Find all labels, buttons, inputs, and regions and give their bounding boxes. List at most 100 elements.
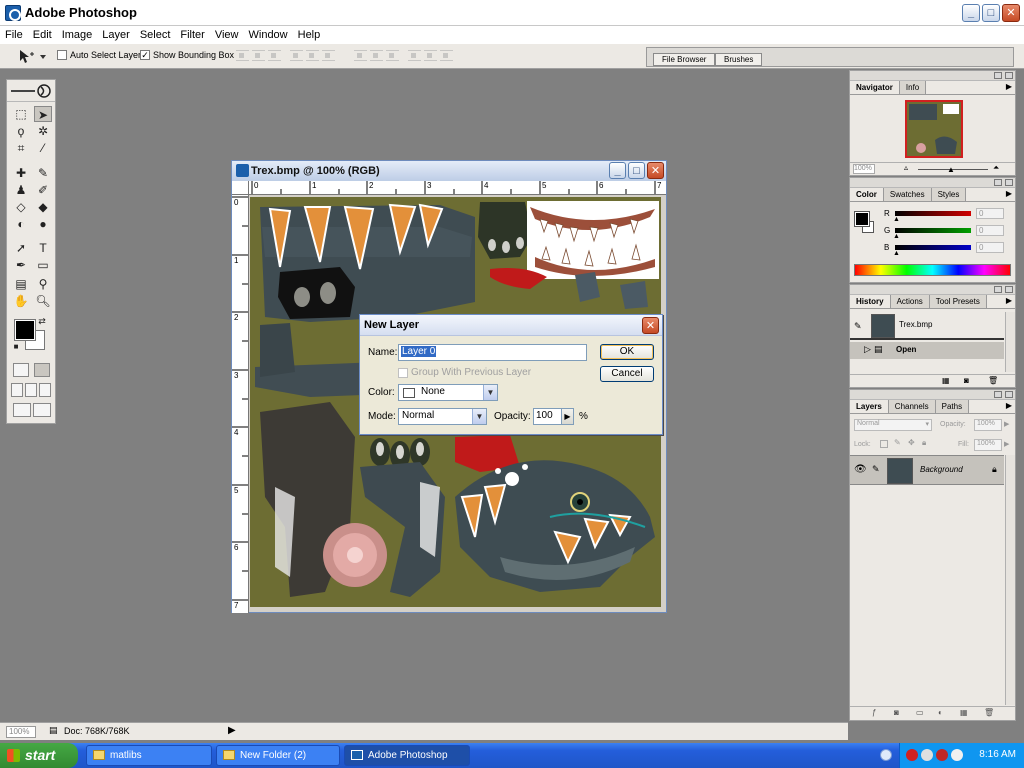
create-snapshot-icon[interactable]: ◙ bbox=[964, 376, 969, 385]
status-zoom-field[interactable]: 100% bbox=[6, 726, 36, 738]
eraser-tool-icon[interactable]: ◇ bbox=[12, 199, 30, 215]
slider-thumb-icon[interactable]: ▲ bbox=[893, 250, 900, 257]
zoom-out-icon[interactable]: ▵ bbox=[904, 163, 908, 172]
channel-b-value[interactable]: 0 bbox=[976, 242, 1004, 253]
distribute-vcenter-icon[interactable] bbox=[370, 50, 383, 61]
menu-help[interactable]: Help bbox=[298, 29, 321, 41]
zoom-in-icon[interactable]: ⏶ bbox=[993, 163, 999, 173]
show-bounding-box-checkbox[interactable]: ✓ bbox=[140, 50, 150, 60]
default-colors-icon[interactable]: ■ bbox=[11, 342, 21, 352]
dialog-title-bar[interactable]: New Layer ✕ bbox=[360, 315, 662, 336]
healing-brush-tool-icon[interactable]: ✚ bbox=[12, 165, 30, 181]
slider-thumb-icon[interactable]: ▲ bbox=[893, 233, 900, 240]
adobe-online-icon[interactable] bbox=[10, 84, 54, 98]
new-document-from-state-icon[interactable]: ▦ bbox=[942, 376, 950, 385]
new-set-icon[interactable]: ▭ bbox=[916, 708, 924, 717]
slider-thumb-icon[interactable]: ▲ bbox=[893, 216, 900, 223]
lock-position-icon[interactable]: ✥ bbox=[908, 438, 915, 447]
distribute-hcenter-icon[interactable] bbox=[424, 50, 437, 61]
history-snapshot-row[interactable]: ✎ Trex.bmp bbox=[850, 312, 1004, 340]
new-layer-icon[interactable]: ▦ bbox=[960, 708, 968, 717]
document-title-bar[interactable]: Trex.bmp @ 100% (RGB) _ □ ✕ bbox=[232, 161, 666, 181]
close-button[interactable]: ✕ bbox=[1002, 4, 1020, 22]
clone-stamp-tool-icon[interactable]: ♟ bbox=[12, 182, 30, 198]
group-with-previous-checkbox[interactable] bbox=[398, 367, 408, 378]
palette-minimize-icon[interactable] bbox=[994, 286, 1002, 293]
zoom-slider-thumb-icon[interactable]: ▲ bbox=[947, 165, 955, 174]
standard-screen-mode-icon[interactable] bbox=[11, 383, 23, 397]
palette-menu-icon[interactable]: ▶ bbox=[1006, 296, 1012, 305]
magic-wand-tool-icon[interactable]: ✲ bbox=[34, 123, 52, 139]
tab-info[interactable]: Info bbox=[899, 81, 927, 94]
crop-tool-icon[interactable]: ⌗ bbox=[12, 140, 30, 156]
maximize-button[interactable]: □ bbox=[982, 4, 1000, 22]
quick-mask-mode-icon[interactable] bbox=[34, 363, 50, 377]
opacity-arrow-icon[interactable]: ▶ bbox=[1004, 420, 1009, 428]
layer-row[interactable]: 👁︎ ✎ Background 🔒︎ bbox=[850, 455, 1004, 485]
eye-icon[interactable]: 👁︎ bbox=[854, 464, 867, 475]
zoom-tool-icon[interactable]: 🔍︎ bbox=[34, 293, 52, 309]
palette-menu-icon[interactable]: ▶ bbox=[1006, 189, 1012, 198]
channel-g-value[interactable]: 0 bbox=[976, 225, 1004, 236]
brush-icon[interactable]: ✎ bbox=[872, 464, 880, 475]
adjustment-layer-icon[interactable]: ◐ bbox=[938, 708, 943, 717]
align-left-icon[interactable] bbox=[290, 50, 303, 61]
layer-style-icon[interactable]: ƒ bbox=[872, 708, 876, 717]
channel-r-value[interactable]: 0 bbox=[976, 208, 1004, 219]
full-screen-mode-icon[interactable] bbox=[39, 383, 51, 397]
blur-tool-icon[interactable]: ◐ bbox=[12, 216, 30, 232]
ruler-origin[interactable] bbox=[232, 181, 249, 195]
show-bounding-box-option[interactable]: ✓ Show Bounding Box bbox=[140, 50, 234, 60]
channel-b-slider[interactable] bbox=[895, 245, 971, 250]
tray-volume-icon[interactable] bbox=[951, 749, 963, 761]
tab-navigator[interactable]: Navigator bbox=[850, 81, 900, 94]
menu-layer[interactable]: Layer bbox=[102, 29, 130, 41]
palette-close-icon[interactable] bbox=[1005, 286, 1013, 293]
menu-edit[interactable]: Edit bbox=[33, 29, 52, 41]
horizontal-ruler[interactable]: 0 1 2 3 4 5 6 7 bbox=[249, 181, 666, 195]
lock-all-icon[interactable]: 🔒︎ bbox=[922, 438, 926, 448]
eyedropper-tool-icon[interactable]: ⚲ bbox=[34, 276, 52, 292]
palette-close-icon[interactable] bbox=[1005, 391, 1013, 398]
tab-styles[interactable]: Styles bbox=[931, 188, 967, 201]
palette-menu-icon[interactable]: ▶ bbox=[1006, 82, 1012, 91]
navigator-thumbnail[interactable] bbox=[905, 100, 963, 158]
full-screen-menu-mode-icon[interactable] bbox=[25, 383, 37, 397]
opacity-input[interactable]: 100 bbox=[533, 408, 562, 425]
ok-button[interactable]: OK bbox=[600, 344, 654, 360]
minimize-button[interactable]: _ bbox=[962, 4, 980, 22]
align-right-icon[interactable] bbox=[322, 50, 335, 61]
fill-value[interactable]: 100% bbox=[974, 439, 1002, 451]
distribute-right-icon[interactable] bbox=[440, 50, 453, 61]
tray-shield-icon[interactable] bbox=[936, 749, 948, 761]
channel-r-slider[interactable] bbox=[895, 211, 971, 216]
history-brush-tool-icon[interactable]: ✐ bbox=[34, 182, 52, 198]
tab-swatches[interactable]: Swatches bbox=[883, 188, 932, 201]
color-select[interactable]: None ▼ bbox=[398, 384, 498, 401]
menu-filter[interactable]: Filter bbox=[180, 29, 204, 41]
align-hcenter-icon[interactable] bbox=[306, 50, 319, 61]
imageready-icon[interactable] bbox=[33, 403, 51, 417]
align-top-icon[interactable] bbox=[236, 50, 249, 61]
file-browser-tab[interactable]: File Browser bbox=[653, 53, 716, 66]
tab-color[interactable]: Color bbox=[850, 188, 884, 201]
pen-tool-icon[interactable]: ✒ bbox=[12, 257, 30, 273]
distribute-left-icon[interactable] bbox=[408, 50, 421, 61]
path-selection-tool-icon[interactable]: ➚ bbox=[12, 240, 30, 256]
paint-bucket-tool-icon[interactable]: ◆ bbox=[34, 199, 52, 215]
dodge-tool-icon[interactable]: ● bbox=[34, 216, 52, 232]
layer-name-input[interactable]: Layer 0 bbox=[398, 344, 587, 361]
rectangle-tool-icon[interactable]: ▭ bbox=[34, 257, 52, 273]
tab-paths[interactable]: Paths bbox=[935, 400, 970, 413]
align-vcenter-icon[interactable] bbox=[252, 50, 265, 61]
layer-opacity-value[interactable]: 100% bbox=[974, 419, 1002, 431]
palette-menu-icon[interactable]: ▶ bbox=[1006, 401, 1012, 410]
slice-tool-icon[interactable]: ⁄ bbox=[34, 140, 52, 156]
layers-scrollbar[interactable] bbox=[1005, 455, 1015, 705]
doc-close-button[interactable]: ✕ bbox=[647, 162, 664, 179]
palette-close-icon[interactable] bbox=[1005, 72, 1013, 79]
tab-tool-presets[interactable]: Tool Presets bbox=[929, 295, 987, 308]
move-tool-icon[interactable]: ➤ bbox=[34, 106, 52, 122]
menu-window[interactable]: Window bbox=[249, 29, 288, 41]
start-button[interactable]: start bbox=[0, 743, 78, 768]
